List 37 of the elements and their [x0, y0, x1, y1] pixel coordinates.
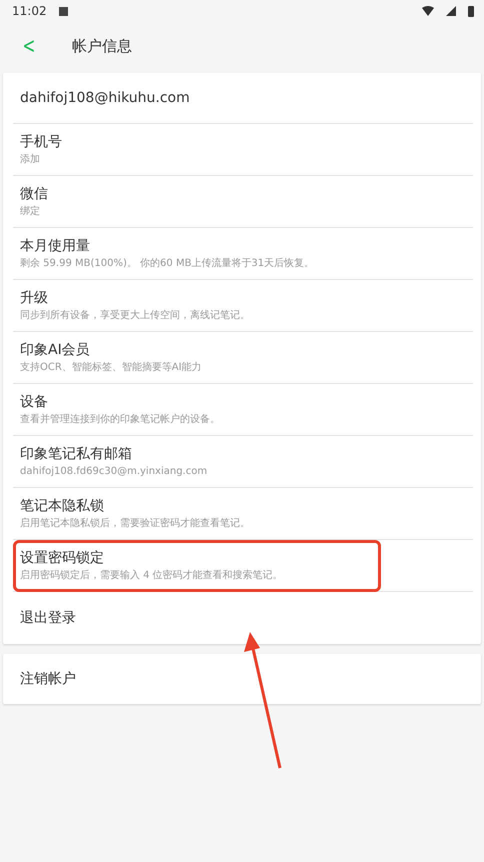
item-title: 印象笔记私有邮箱 — [20, 444, 132, 464]
settings-item[interactable]: 设置密码锁定 启用密码锁定后，需要输入 4 位密码才能查看和搜索笔记。 — [13, 540, 473, 592]
page-title: 帐户信息 — [72, 36, 132, 56]
settings-item[interactable]: 退出登录 — [13, 592, 473, 644]
item-title: 微信 — [20, 184, 48, 204]
settings-item[interactable]: 印象AI会员 支持OCR、智能标签、智能摘要等AI能力 — [13, 332, 473, 384]
signal-icon — [446, 6, 456, 16]
account-email: dahifoj108@hikuhu.com — [20, 90, 190, 106]
item-title: 印象AI会员 — [20, 340, 90, 360]
settings-item[interactable]: 手机号 添加 — [13, 124, 473, 176]
item-title: 笔记本隐私锁 — [20, 496, 104, 516]
status-time: 11:02 — [12, 4, 47, 18]
item-subtitle: dahifoj108.fd69c30@m.yinxiang.com — [20, 464, 208, 478]
item-title: 本月使用量 — [20, 236, 90, 256]
battery-icon — [468, 6, 474, 16]
item-title: 设置密码锁定 — [20, 548, 104, 568]
settings-item[interactable]: 笔记本隐私锁 启用笔记本隐私锁后，需要验证密码才能查看笔记。 — [13, 488, 473, 540]
item-subtitle: 启用笔记本隐私锁后，需要验证密码才能查看笔记。 — [20, 516, 250, 530]
settings-item[interactable]: 印象笔记私有邮箱 dahifoj108.fd69c30@m.yinxiang.com — [13, 436, 473, 488]
item-subtitle: 同步到所有设备，享受更大上传空间，离线记笔记。 — [20, 308, 250, 322]
item-title: 手机号 — [20, 132, 62, 152]
settings-item[interactable]: 升级 同步到所有设备，享受更大上传空间，离线记笔记。 — [13, 280, 473, 332]
item-subtitle: 启用密码锁定后，需要输入 4 位密码才能查看和搜索笔记。 — [20, 568, 283, 582]
notification-icon — [58, 6, 68, 16]
item-subtitle: 查看并管理连接到你的印象笔记帐户的设备。 — [20, 412, 220, 426]
item-subtitle: 剩余 59.99 MB(100%)。 你的60 MB上传流量将于31天后恢复。 — [20, 256, 314, 270]
item-subtitle: 添加 — [20, 152, 40, 166]
item-subtitle: 绑定 — [20, 204, 40, 218]
item-title: 升级 — [20, 288, 48, 308]
delete-account-label[interactable]: 注销帐户 — [20, 670, 76, 688]
item-subtitle: 支持OCR、智能标签、智能摘要等AI能力 — [20, 360, 202, 374]
settings-item[interactable]: 本月使用量 剩余 59.99 MB(100%)。 你的60 MB上传流量将于31天后恢复。 — [13, 228, 473, 280]
settings-item[interactable]: 微信 绑定 — [13, 176, 473, 228]
settings-item[interactable]: 设备 查看并管理连接到你的印象笔记帐户的设备。 — [13, 384, 473, 436]
item-title: 设备 — [20, 392, 48, 412]
item-title: 退出登录 — [20, 608, 76, 628]
wifi-icon — [422, 6, 434, 16]
